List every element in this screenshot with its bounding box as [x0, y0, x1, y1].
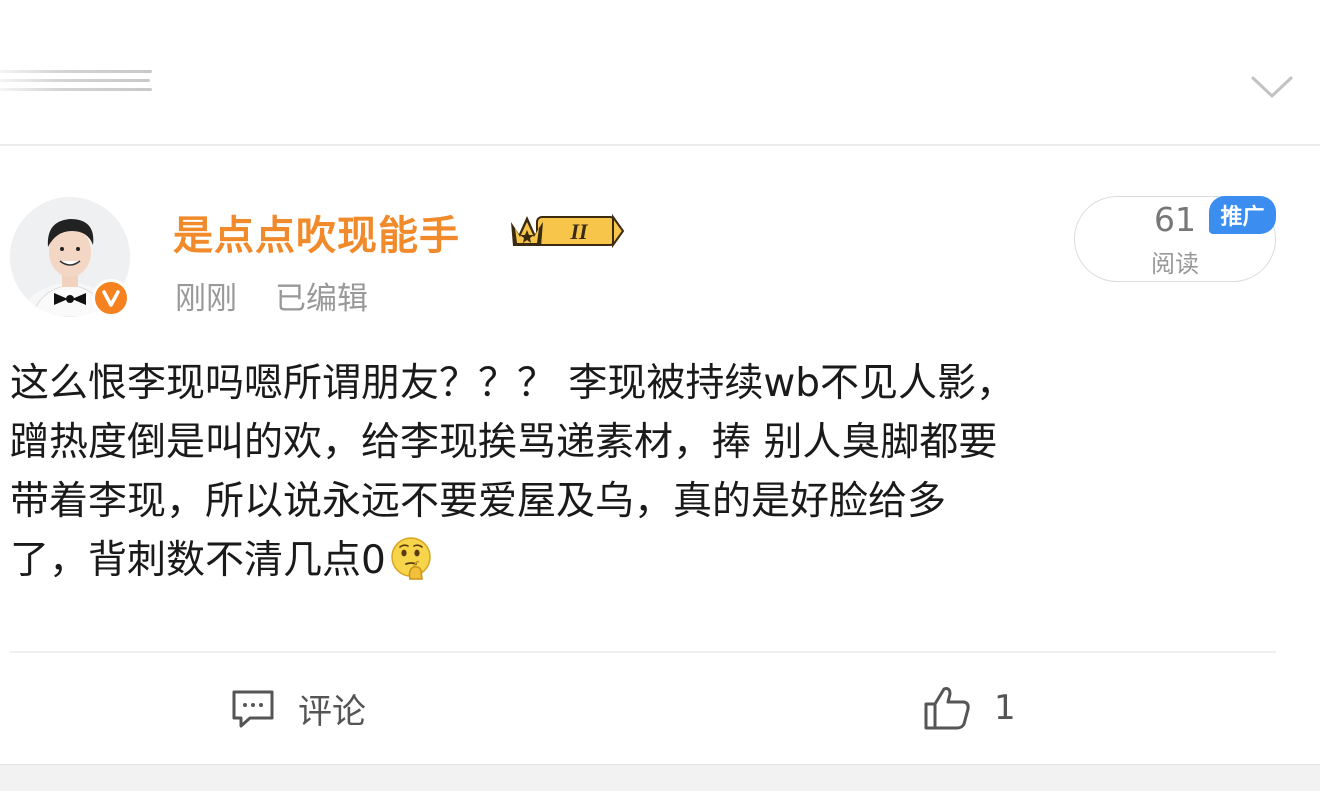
verified-v-badge-icon	[92, 279, 130, 317]
post-text-line: 带着李现，所以说永远不要爱屋及乌，真的是好脸给多	[10, 479, 947, 524]
next-post-strip	[0, 764, 1320, 791]
thumbs-up-icon	[924, 687, 970, 730]
top-bar	[0, 0, 1320, 146]
post-text-line: 了，背刺数不清几点0	[10, 538, 386, 583]
read-count-label: 阅读	[1151, 250, 1199, 278]
read-count: 61	[1154, 200, 1196, 239]
post-content: 这么恨李现吗嗯所谓朋友？？？ 李现被持续wb不见人影， 蹭热度倒是叫的欢，给李现…	[10, 354, 1310, 590]
promo-tag[interactable]: 推广	[1209, 196, 1276, 234]
comment-label: 评论	[298, 692, 366, 732]
like-button[interactable]: 1	[922, 684, 1016, 732]
author-name[interactable]: 是点点吹现能手	[173, 203, 460, 261]
post-time: 刚刚	[175, 281, 237, 317]
thinking-face-emoji-icon	[391, 537, 431, 580]
action-divider	[10, 651, 1276, 653]
chevron-down-icon[interactable]	[1250, 72, 1294, 102]
edited-label: 已编辑	[275, 281, 368, 317]
menu-lines-icon[interactable]	[0, 70, 152, 92]
like-count: 1	[994, 688, 1016, 728]
comment-icon	[232, 690, 274, 727]
post-meta: 刚刚 已编辑	[175, 273, 368, 318]
crown-level-badge-icon: II	[511, 213, 625, 249]
comment-button[interactable]: 评论	[230, 684, 366, 733]
post-text-line: 这么恨李现吗嗯所谓朋友？？？ 李现被持续wb不见人影，	[10, 361, 1016, 406]
post-text-line: 蹭热度倒是叫的欢，给李现挨骂递素材，捧 别人臭脚都要	[10, 420, 998, 465]
post-text-line-last: 了，背刺数不清几点0	[10, 531, 1310, 590]
level-badge-text: II	[569, 219, 589, 244]
